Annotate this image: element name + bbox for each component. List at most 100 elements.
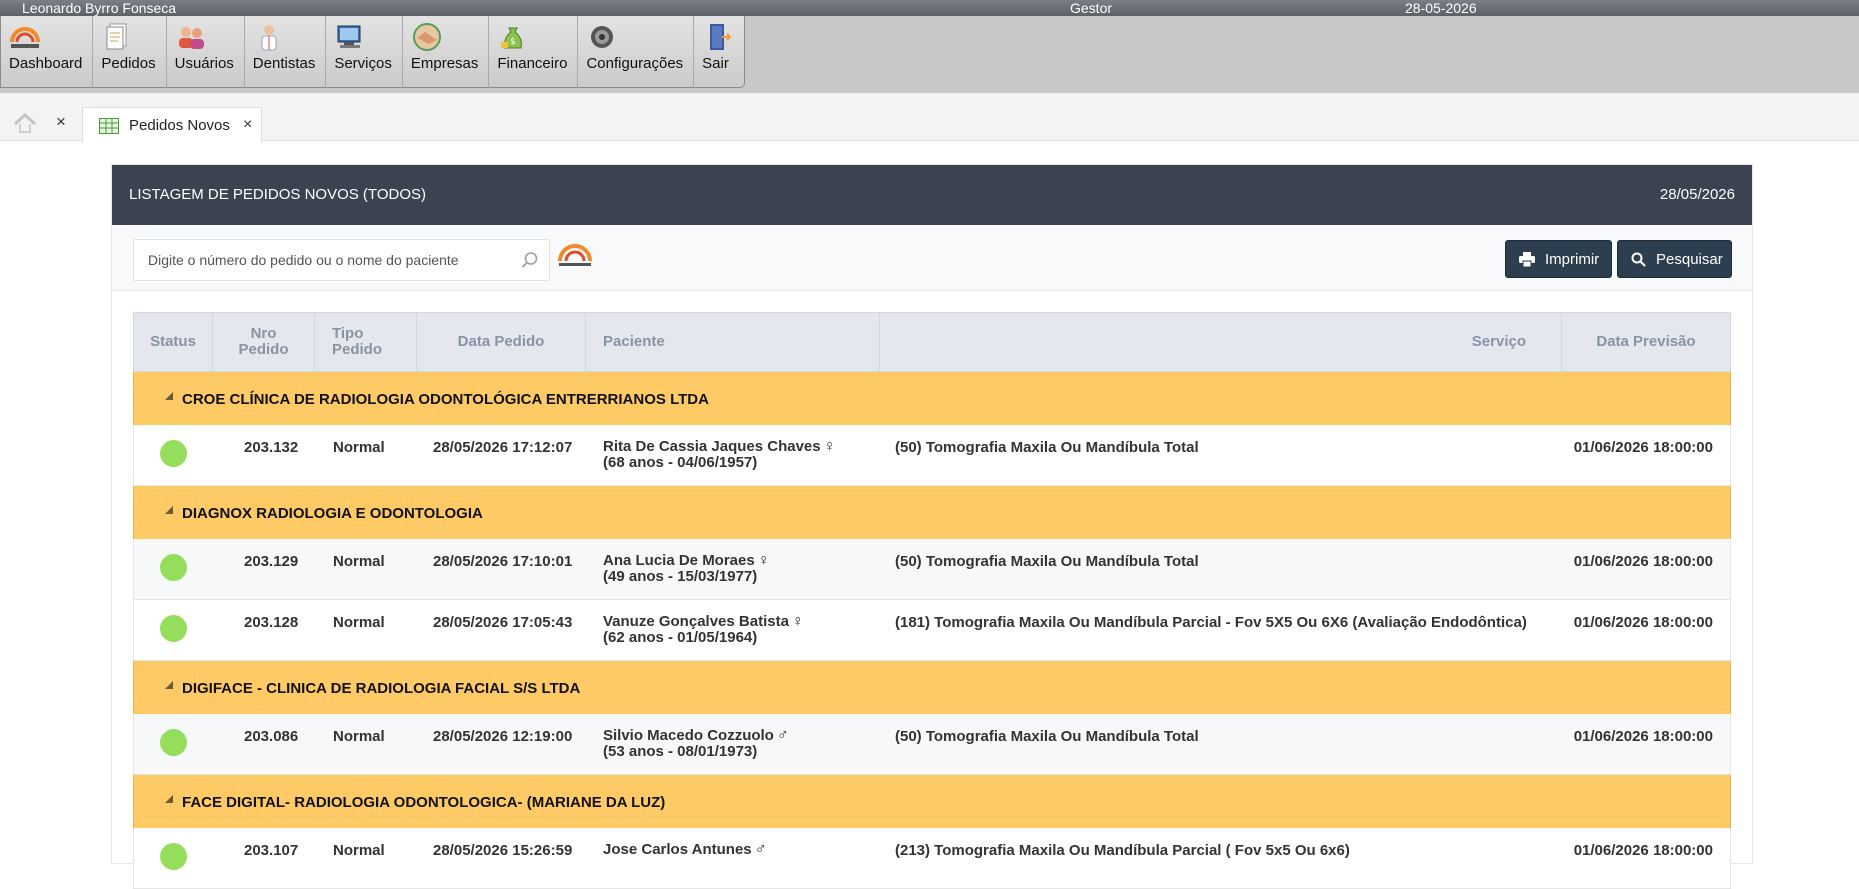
money-bag-icon: $ — [501, 27, 523, 49]
documents-icon — [106, 23, 127, 50]
tab-label: Pedidos Novos — [129, 117, 230, 134]
svg-text:$: $ — [511, 37, 517, 47]
menu-label: Empresas — [410, 55, 479, 72]
group-name: CROE CLÍNICA DE RADIOLOGIA ODONTOLÓGICA … — [182, 391, 709, 408]
menu-label: Serviços — [334, 55, 392, 72]
dentist-icon — [261, 25, 277, 51]
order-type: Normal — [333, 842, 385, 859]
current-date: 28-05-2026 — [1405, 0, 1477, 16]
table-row[interactable]: 203.129 Normal 28/05/2026 17:10:01 Ana L… — [133, 539, 1731, 600]
service: (50) Tomografia Maxila Ou Mandíbula Tota… — [895, 439, 1199, 456]
order-number: 203.107 — [244, 842, 299, 859]
column-tipo-pedido[interactable]: Tipo Pedido — [315, 313, 417, 371]
search-box — [133, 239, 550, 281]
menu-item-servicos[interactable]: Serviços — [326, 16, 403, 88]
menu-item-dashboard[interactable]: Dashboard — [1, 16, 94, 88]
order-date: 28/05/2026 17:05:43 — [433, 614, 573, 631]
handshake-icon — [412, 23, 441, 51]
order-number: 203.132 — [244, 439, 299, 456]
male-icon: ♂ — [776, 727, 789, 744]
diagnosis-logo-icon — [10, 27, 40, 48]
orders-panel: LISTAGEM DE PEDIDOS NOVOS (TODOS) 28/05/… — [111, 164, 1753, 889]
panel-title: LISTAGEM DE PEDIDOS NOVOS (TODOS) — [129, 186, 426, 203]
female-icon: ♀ — [791, 613, 804, 630]
patient-age: (53 anos - 08/01/1973) — [603, 743, 758, 760]
group-row[interactable]: DIGIFACE - CLINICA DE RADIOLOGIA FACIAL … — [133, 661, 1731, 714]
home-icon — [13, 112, 37, 133]
tab-pedidos-novos[interactable]: Pedidos Novos × — [82, 107, 262, 142]
patient-name: Silvio Macedo Cozzuolo — [603, 727, 774, 744]
menu-item-configuracoes[interactable]: Configurações — [578, 16, 695, 88]
search-button[interactable]: Pesquisar — [1617, 240, 1732, 278]
table-row[interactable]: 203.128 Normal 28/05/2026 17:05:43 Vanuz… — [133, 600, 1731, 661]
print-button[interactable]: Imprimir — [1505, 240, 1612, 278]
group-row[interactable]: FACE DIGITAL- RADIOLOGIA ODONTOLOGICA- (… — [133, 775, 1731, 828]
table-row[interactable]: 203.132 Normal 28/05/2026 17:12:07 Rita … — [133, 425, 1731, 486]
order-date: 28/05/2026 15:26:59 — [433, 842, 573, 859]
search-icon — [1631, 252, 1646, 267]
services-icon — [337, 25, 361, 48]
table-header: Status Nro Pedido Tipo Pedido Data Pedido … — [133, 312, 1731, 372]
patient-age: (62 anos - 01/05/1964) — [603, 629, 758, 646]
close-home-tab-button[interactable]: × — [56, 112, 66, 132]
collapse-triangle-icon[interactable] — [165, 506, 173, 514]
column-servico[interactable]: Serviço — [880, 313, 1562, 371]
menu-label: Pedidos — [101, 55, 156, 72]
patient-cell: Ana Lucia De Moraes ♀ (49 anos - 15/03/197… — [603, 553, 770, 585]
service: (50) Tomografia Maxila Ou Mandíbula Tota… — [895, 553, 1199, 570]
group-row[interactable]: DIAGNOX RADIOLOGIA E ODONTOLOGIA — [133, 486, 1731, 539]
orders-table: Status Nro Pedido Tipo Pedido Data Pedido … — [133, 312, 1731, 889]
order-number: 203.128 — [244, 614, 299, 631]
patient-cell: Rita De Cassia Jaques Chaves ♀ (68 anos - … — [603, 439, 836, 471]
menu-item-dentistas[interactable]: Dentistas — [245, 16, 327, 88]
menu-label: Dentistas — [252, 55, 316, 72]
table-grid-icon — [99, 118, 119, 134]
patient-cell: Jose Carlos Antunes ♂ — [603, 842, 767, 858]
order-number: 203.086 — [244, 728, 299, 745]
menu-label: Configurações — [586, 55, 684, 72]
status-indicator — [160, 440, 187, 467]
search-icon[interactable] — [521, 251, 539, 269]
print-button-label: Imprimir — [1545, 250, 1600, 268]
column-status[interactable]: Status — [134, 313, 213, 371]
order-date: 28/05/2026 17:10:01 — [433, 553, 573, 570]
menu-item-pedidos[interactable]: Pedidos — [93, 16, 167, 88]
menu-item-sair[interactable]: Sair — [694, 16, 744, 88]
main-menu-bar: Dashboard Pedidos Usuários Dentistas Ser… — [0, 16, 1859, 93]
tab-strip: × Pedidos Novos × — [0, 93, 1859, 142]
column-data-previsao[interactable]: Data Previsão — [1562, 313, 1730, 371]
table-row[interactable]: 203.107 Normal 28/05/2026 15:26:59 Jose … — [133, 828, 1731, 889]
column-paciente[interactable]: Paciente — [586, 313, 880, 371]
main-menu: Dashboard Pedidos Usuários Dentistas Ser… — [0, 16, 746, 88]
patient-name: Rita De Cassia Jaques Chaves — [603, 438, 821, 455]
column-nro-pedido[interactable]: Nro Pedido — [213, 313, 315, 371]
forecast-date: 01/06/2026 18:00:00 — [1573, 614, 1713, 631]
menu-item-financeiro[interactable]: $ Financeiro — [489, 16, 579, 88]
menu-label: Financeiro — [497, 55, 568, 72]
search-input[interactable] — [134, 240, 514, 280]
group-row[interactable]: CROE CLÍNICA DE RADIOLOGIA ODONTOLÓGICA … — [133, 372, 1731, 425]
service: (181) Tomografia Maxila Ou Mandíbula Par… — [895, 614, 1527, 631]
status-indicator — [160, 554, 187, 581]
group-name: DIAGNOX RADIOLOGIA E ODONTOLOGIA — [182, 505, 483, 522]
collapse-triangle-icon[interactable] — [165, 392, 173, 400]
menu-item-usuarios[interactable]: Usuários — [167, 16, 245, 88]
male-icon: ♂ — [754, 841, 767, 858]
order-type: Normal — [333, 439, 385, 456]
female-icon: ♀ — [757, 552, 770, 569]
top-status-bar: Leonardo Byrro Fonseca Gestor 28-05-2026 — [0, 0, 1859, 16]
table-row[interactable]: 203.086 Normal 28/05/2026 12:19:00 Silvi… — [133, 714, 1731, 775]
patient-cell: Vanuze Gonçalves Batista ♀ (62 anos - 01/0… — [603, 614, 804, 646]
collapse-triangle-icon[interactable] — [165, 795, 173, 803]
forecast-date: 01/06/2026 18:00:00 — [1573, 439, 1713, 456]
forecast-date: 01/06/2026 18:00:00 — [1573, 728, 1713, 745]
patient-cell: Silvio Macedo Cozzuolo ♂ (53 anos - 08/01/… — [603, 728, 789, 760]
close-tab-button[interactable]: × — [243, 116, 252, 134]
order-type: Normal — [333, 553, 385, 570]
order-number: 203.129 — [244, 553, 299, 570]
patient-name: Jose Carlos Antunes — [603, 841, 752, 858]
tab-home[interactable]: × — [0, 110, 82, 140]
column-data-pedido[interactable]: Data Pedido — [417, 313, 586, 371]
collapse-triangle-icon[interactable] — [165, 681, 173, 689]
menu-item-empresas[interactable]: Empresas — [403, 16, 490, 88]
